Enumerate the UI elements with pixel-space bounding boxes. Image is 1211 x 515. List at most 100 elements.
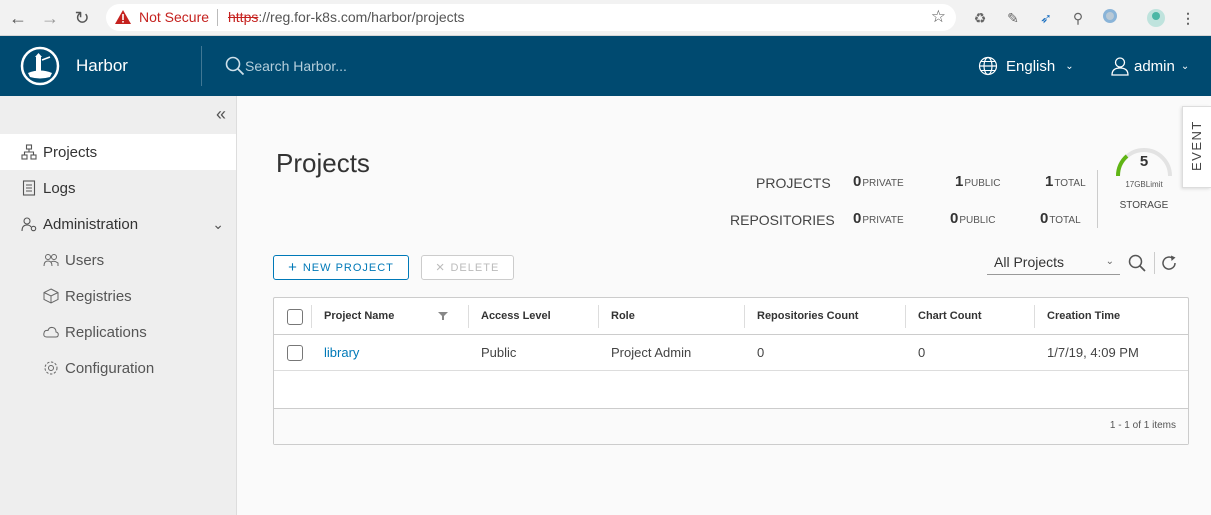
global-search-input[interactable] <box>245 54 545 78</box>
sidebar: « Projects Logs Administration ⌄ Users R… <box>0 96 237 515</box>
storage-value: 5 <box>1139 153 1149 170</box>
select-all-checkbox[interactable] <box>287 309 303 325</box>
repositories-count-cell: 0 <box>757 345 765 360</box>
edit-extension-icon[interactable]: ✎ <box>1003 8 1023 28</box>
sidebar-item-logs[interactable]: Logs <box>0 170 236 206</box>
repositories-stat-label: REPOSITORIES <box>730 212 835 228</box>
stat-number: 0 <box>950 210 959 227</box>
projects-total-stat: 1 TOTAL <box>1045 173 1086 190</box>
column-header-role[interactable]: Role <box>599 298 635 335</box>
table-row[interactable]: library Public Project Admin 0 0 1/7/19,… <box>274 335 1188 371</box>
brand-name[interactable]: Harbor <box>76 56 128 76</box>
column-header-access-level[interactable]: Access Level <box>469 298 551 335</box>
language-label: English <box>1006 57 1056 75</box>
projects-public-stat: 1 PUBLIC <box>955 173 1000 190</box>
logs-icon <box>22 180 36 196</box>
stat-number: 0 <box>853 210 862 227</box>
sidebar-item-projects[interactable]: Projects <box>0 134 236 170</box>
filter-value: All Projects <box>994 254 1065 270</box>
administration-icon <box>21 217 37 232</box>
column-header-repositories-count[interactable]: Repositories Count <box>745 298 858 335</box>
address-bar[interactable]: Not Secure https://reg.for-k8s.com/harbo… <box>106 4 956 31</box>
empty-row <box>274 371 1188 409</box>
reload-icon[interactable]: ↻ <box>72 8 92 28</box>
search-icon[interactable] <box>1128 254 1146 272</box>
user-menu[interactable]: admin ⌄ <box>1110 55 1189 77</box>
projects-datagrid: Project Name Access Level Role Repositor… <box>273 297 1189 445</box>
stat-number: 1 <box>1045 173 1054 190</box>
globe-icon <box>978 56 998 76</box>
users-icon <box>43 254 59 267</box>
plus-icon: + <box>288 259 297 276</box>
close-icon: × <box>435 259 445 276</box>
toolbar-divider <box>1154 252 1155 274</box>
storage-limit: 17GBLimit <box>1125 180 1163 189</box>
url-text[interactable]: https://reg.for-k8s.com/harbor/projects <box>228 9 465 25</box>
chevron-down-icon: ⌄ <box>1065 60 1074 72</box>
refresh-icon[interactable] <box>1160 254 1178 272</box>
circle-extension-icon[interactable] <box>1100 8 1120 28</box>
sidebar-item-label: Projects <box>43 143 98 161</box>
datagrid-footer: 1 - 1 of 1 items <box>274 409 1188 444</box>
browser-menu-icon[interactable]: ⋮ <box>1178 8 1198 28</box>
browser-toolbar: ← → ↻ Not Secure https://reg.for-k8s.com… <box>0 0 1211 36</box>
recycle-extension-icon[interactable]: ♻ <box>970 8 990 28</box>
projects-icon <box>21 144 37 160</box>
stat-number: 0 <box>1040 210 1049 227</box>
column-header-project-name[interactable]: Project Name <box>312 298 394 335</box>
sidebar-item-label: Administration <box>43 215 139 233</box>
stat-number: 1 <box>955 173 964 190</box>
project-filter-select[interactable]: All Projects ⌄ <box>987 251 1120 275</box>
project-name-link[interactable]: library <box>312 335 359 371</box>
repos-public-stat: 0 PUBLIC <box>950 210 995 227</box>
sidebar-item-users[interactable]: Users <box>0 242 236 278</box>
bird-extension-icon[interactable]: ➶ <box>1036 8 1056 28</box>
repos-total-stat: 0 TOTAL <box>1040 210 1081 227</box>
chevron-down-icon: ⌄ <box>1105 256 1114 267</box>
event-tab-label: EVENT <box>1189 120 1204 171</box>
page-title: Projects <box>276 148 370 178</box>
new-project-button[interactable]: + NEW PROJECT <box>273 255 409 280</box>
filter-icon[interactable] <box>438 311 448 321</box>
language-selector[interactable]: English ⌄ <box>978 55 1074 77</box>
new-project-label: NEW PROJECT <box>302 261 394 274</box>
stats-divider <box>1097 170 1098 228</box>
app-header: Harbor English ⌄ admin ⌄ <box>0 36 1211 96</box>
chevron-down-icon[interactable]: ⌄ <box>212 216 224 233</box>
stat-unit: TOTAL <box>1049 215 1081 226</box>
url-scheme: https <box>228 9 259 25</box>
back-icon[interactable]: ← <box>8 8 28 28</box>
creation-time-cell: 1/7/19, 4:09 PM <box>1047 345 1139 360</box>
delete-button[interactable]: × DELETE <box>421 255 514 280</box>
warning-icon <box>115 10 131 24</box>
repos-private-stat: 0 PRIVATE <box>853 210 904 227</box>
datagrid-header: Project Name Access Level Role Repositor… <box>274 298 1188 335</box>
feather-extension-icon[interactable]: ⚲ <box>1068 8 1088 28</box>
column-header-chart-count[interactable]: Chart Count <box>906 298 982 335</box>
event-panel-tab[interactable]: EVENT <box>1182 106 1211 188</box>
header-divider <box>201 46 202 86</box>
column-header-creation-time[interactable]: Creation Time <box>1035 298 1120 335</box>
row-checkbox[interactable] <box>287 345 303 361</box>
sidebar-item-administration[interactable]: Administration ⌄ <box>0 206 236 242</box>
harbor-logo-icon[interactable] <box>20 46 60 86</box>
sidebar-item-configuration[interactable]: Configuration <box>0 350 236 386</box>
stat-unit: TOTAL <box>1054 178 1086 189</box>
stat-unit: PRIVATE <box>862 215 904 226</box>
sidebar-item-registries[interactable]: Registries <box>0 278 236 314</box>
sidebar-item-label: Logs <box>43 179 76 197</box>
projects-private-stat: 0 PRIVATE <box>853 173 904 190</box>
pagination-summary: 1 - 1 of 1 items <box>1109 420 1176 431</box>
sidebar-item-label: Registries <box>65 287 132 305</box>
delete-label: DELETE <box>450 261 500 274</box>
user-icon <box>1111 57 1129 76</box>
forward-icon[interactable]: → <box>40 8 60 28</box>
sidebar-item-label: Users <box>65 251 105 269</box>
stat-unit: PRIVATE <box>862 178 904 189</box>
bookmark-star-icon[interactable]: ☆ <box>931 7 946 27</box>
sidebar-item-replications[interactable]: Replications <box>0 314 236 350</box>
profile-avatar-icon[interactable] <box>1146 8 1166 28</box>
chevron-down-icon: ⌄ <box>1180 60 1190 72</box>
collapse-sidebar-icon[interactable]: « <box>216 104 226 125</box>
url-path: ://reg.for-k8s.com/harbor/projects <box>258 9 465 25</box>
